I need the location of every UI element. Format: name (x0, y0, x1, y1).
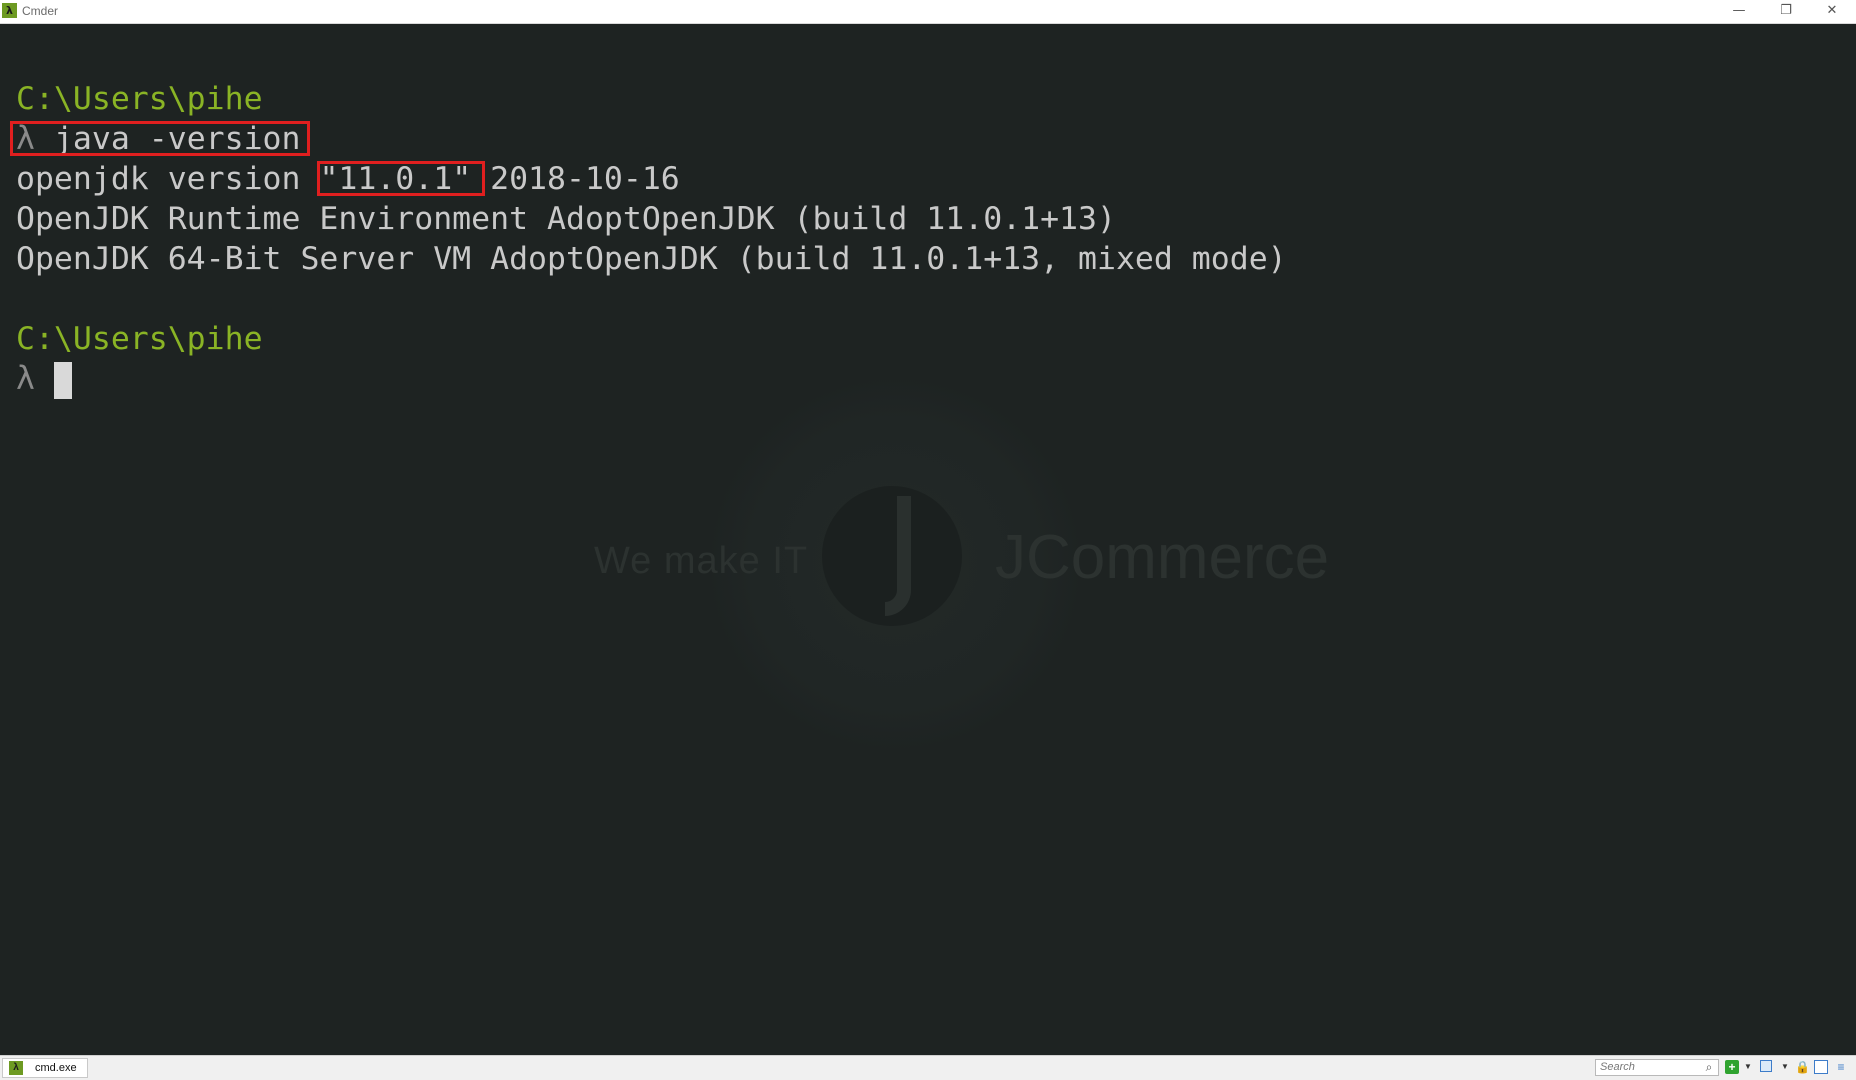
cmder-lambda-icon: λ (9, 1061, 23, 1075)
command-text: java -version (53, 121, 301, 157)
version-date: 2018-10-16 (490, 161, 680, 197)
output-runtime-line: OpenJDK Runtime Environment AdoptOpenJDK… (16, 201, 1116, 237)
new-console-icon[interactable]: + (1725, 1060, 1739, 1074)
prompt-lambda: λ (16, 121, 35, 157)
lock-icon[interactable]: 🔒 (1795, 1060, 1810, 1074)
search-input[interactable]: Search (1595, 1059, 1719, 1076)
watermark-inner-circle (822, 486, 962, 626)
output-vm-line: OpenJDK 64-Bit Server VM AdoptOpenJDK (b… (16, 241, 1287, 277)
watermark-circle (710, 379, 1080, 749)
terminal-console[interactable]: We make IT JCommerce C:\Users\pihe λ jav… (0, 24, 1856, 1054)
prompt-path: C:\Users\pihe (16, 321, 263, 357)
version-prefix: openjdk version (16, 161, 320, 197)
watermark-j-logo (885, 496, 911, 616)
search-icon[interactable]: ⌕ (1702, 1060, 1716, 1074)
split-icon[interactable] (1760, 1060, 1772, 1072)
command-line: λ java -version (16, 119, 300, 159)
chevron-down-icon[interactable]: ▼ (1741, 1060, 1755, 1074)
close-button[interactable]: ✕ (1810, 0, 1854, 23)
watermark-brand: JCommerce (995, 523, 1330, 592)
status-bar: λ cmd.exe Search ⌕ + ▼ ▼ 🔒 ≡ (0, 1055, 1856, 1080)
minimize-button[interactable]: — (1717, 0, 1761, 23)
title-bar: λ Cmder — ❐ ✕ (0, 0, 1856, 24)
window-title: Cmder (22, 4, 59, 18)
tab-cmd-exe[interactable]: λ cmd.exe (2, 1058, 88, 1078)
panel-icon[interactable] (1814, 1060, 1828, 1074)
tab-label: cmd.exe (35, 1062, 77, 1074)
output-version-line: openjdk version "11.0.1" 2018-10-16 (16, 159, 680, 199)
cmder-lambda-icon[interactable]: λ (2, 3, 17, 18)
version-value: "11.0.1" (319, 161, 472, 197)
watermark-slogan: We make IT (594, 540, 809, 582)
prompt-lambda: λ (16, 361, 35, 397)
jcommerce-watermark: We make IT JCommerce (580, 379, 1380, 749)
active-prompt-line[interactable]: λ (16, 359, 72, 399)
menu-icon[interactable]: ≡ (1834, 1060, 1848, 1074)
prompt-path: C:\Users\pihe (16, 81, 263, 117)
text-cursor (53, 361, 72, 399)
restore-button[interactable]: ❐ (1764, 0, 1808, 23)
chevron-down-icon[interactable]: ▼ (1778, 1060, 1792, 1074)
